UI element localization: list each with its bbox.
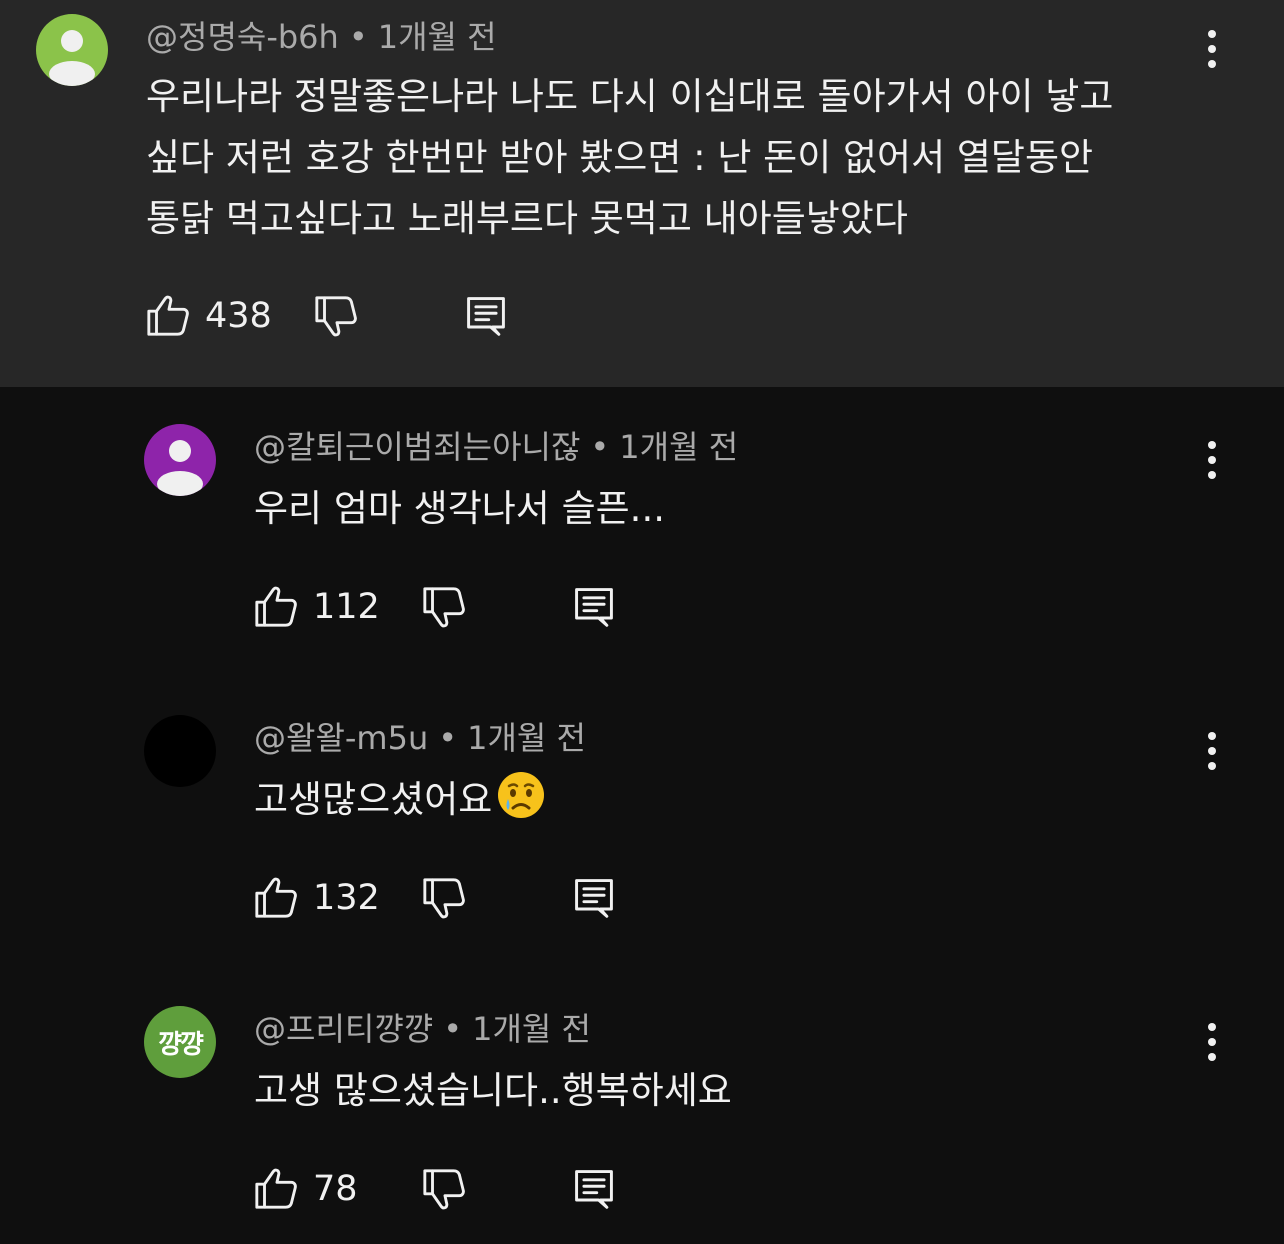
like-icon[interactable]: [253, 1166, 299, 1212]
comment-text-line: 우리 엄마 생각나서 슬픈...: [254, 487, 665, 530]
reply-icon[interactable]: [572, 874, 616, 922]
comment-meta: @프리티꺙꺙 • 1개월 전: [254, 1009, 591, 1049]
dislike-icon[interactable]: [421, 584, 467, 630]
comment-meta: @칼퇴근이범죄는아니잖 • 1개월 전: [254, 427, 738, 467]
like-icon[interactable]: [253, 875, 299, 921]
avatar-initials: 꺙꺙: [158, 1029, 204, 1060]
like-count: 438: [205, 296, 272, 336]
comment-time: 1개월 전: [377, 18, 497, 56]
reply-icon[interactable]: [572, 583, 616, 631]
comment-meta: @왈왈-m5u • 1개월 전: [254, 718, 586, 758]
comment-time: 1개월 전: [472, 1010, 591, 1048]
more-options-icon[interactable]: [1192, 1017, 1232, 1067]
avatar[interactable]: [144, 715, 216, 787]
comment-author[interactable]: @프리티꺙꺙: [254, 1010, 433, 1048]
like-icon[interactable]: [145, 293, 191, 339]
comment-meta: @정명숙-b6h • 1개월 전: [146, 17, 497, 57]
person-icon: [36, 14, 108, 86]
meta-separator: •: [590, 428, 610, 466]
like-icon[interactable]: [253, 584, 299, 630]
comment-time: 1개월 전: [467, 719, 586, 757]
comment-actions: 132: [253, 873, 653, 923]
comment-actions: 112: [253, 582, 653, 632]
comment-item: 꺙꺙 @프리티꺙꺙 • 1개월 전 고생 많으셨습니다..행복하세요 78: [0, 969, 1284, 1244]
avatar[interactable]: [36, 14, 108, 86]
meta-separator: •: [348, 18, 368, 56]
comment-text: 우리 엄마 생각나서 슬픈...: [254, 478, 665, 539]
reply-icon[interactable]: [572, 1165, 616, 1213]
like-count: 78: [313, 1169, 358, 1209]
comment-time: 1개월 전: [619, 428, 739, 466]
person-icon: [144, 424, 216, 496]
like-count: 132: [313, 878, 380, 918]
dislike-icon[interactable]: [421, 875, 467, 921]
dislike-icon[interactable]: [313, 293, 359, 339]
comment-actions: 438: [145, 291, 545, 341]
comment-text-line: 통닭 먹고싶다고 노래부르다 못먹고 내아들낳았다: [146, 197, 908, 240]
comment-author[interactable]: @칼퇴근이범죄는아니잖: [254, 428, 580, 466]
comment-text-line: 싶다 저런 호강 한번만 받아 봤으면 : 난 돈이 없어서 열달동안: [146, 136, 1094, 179]
meta-separator: •: [438, 719, 458, 757]
comment-text-line: 우리나라 정말좋은나라 나도 다시 이십대로 돌아가서 아이 낳고: [146, 75, 1114, 118]
comment-author[interactable]: @왈왈-m5u: [254, 719, 428, 757]
more-options-icon[interactable]: [1192, 726, 1232, 776]
dislike-icon[interactable]: [421, 1166, 467, 1212]
comment-item: @정명숙-b6h • 1개월 전 우리나라 정말좋은나라 나도 다시 이십대로 돌아…: [0, 0, 1284, 387]
comment-text: 고생많으셨어요: [254, 769, 546, 830]
comment-text-line: 고생 많으셨습니다..행복하세요: [254, 1069, 732, 1112]
avatar[interactable]: 꺙꺙: [144, 1006, 216, 1078]
comment-text: 우리나라 정말좋은나라 나도 다시 이십대로 돌아가서 아이 낳고 싶다 저런 …: [146, 66, 1113, 249]
more-options-icon[interactable]: [1192, 435, 1232, 485]
reply-icon[interactable]: [464, 292, 508, 340]
comment-item: @칼퇴근이범죄는아니잖 • 1개월 전 우리 엄마 생각나서 슬픈... 112: [0, 387, 1284, 678]
avatar[interactable]: [144, 424, 216, 496]
like-count: 112: [313, 587, 380, 627]
meta-separator: •: [443, 1010, 463, 1048]
comment-text: 고생 많으셨습니다..행복하세요: [254, 1060, 732, 1121]
more-options-icon[interactable]: [1192, 24, 1232, 74]
comment-text-line: 고생많으셨어요: [254, 769, 546, 830]
comment-item: @왈왈-m5u • 1개월 전 고생많으셨어요 132: [0, 678, 1284, 969]
comment-actions: 78: [253, 1164, 653, 1214]
crying-face-icon: [498, 772, 545, 818]
comment-author[interactable]: @정명숙-b6h: [146, 18, 339, 56]
comment-text-content: 고생많으셨어요: [254, 778, 493, 821]
